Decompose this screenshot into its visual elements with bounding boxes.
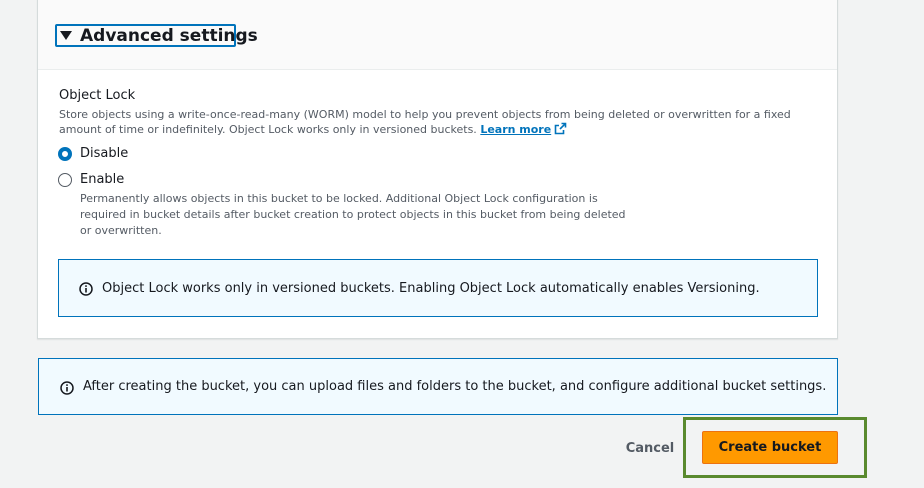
caret-down-icon (60, 31, 72, 40)
enable-option-description: Permanently allows objects in this bucke… (80, 192, 626, 237)
object-lock-label: Object Lock (59, 88, 136, 103)
learn-more-link[interactable]: Learn more (480, 122, 567, 139)
advanced-settings-toggle[interactable]: Advanced settings (55, 24, 258, 47)
enable-radio-label: Enable (80, 172, 125, 187)
advanced-settings-title: Advanced settings (80, 25, 258, 46)
bucket-info-alert: After creating the bucket, you can uploa… (38, 358, 838, 415)
advanced-settings-header: Advanced settings (38, 0, 837, 70)
bucket-info-text: After creating the bucket, you can uploa… (83, 379, 827, 394)
info-icon (60, 380, 74, 395)
learn-more-label: Learn more (480, 123, 552, 136)
external-link-icon (554, 122, 567, 139)
object-lock-disable-option[interactable]: Disable (58, 146, 128, 161)
object-lock-description-text: Store objects using a write-once-read-ma… (59, 108, 791, 136)
cancel-button[interactable]: Cancel (620, 437, 680, 459)
object-lock-description: Store objects using a write-once-read-ma… (59, 107, 819, 139)
versioning-info-alert: Object Lock works only in versioned buck… (58, 259, 818, 317)
disable-radio[interactable] (58, 146, 72, 161)
info-icon (79, 281, 93, 296)
disable-radio-label: Disable (80, 146, 129, 161)
advanced-settings-panel: Advanced settings Object Lock Store obje… (37, 0, 838, 339)
enable-radio[interactable] (58, 172, 72, 187)
object-lock-enable-option[interactable]: Enable (58, 172, 124, 187)
create-bucket-button[interactable]: Create bucket (702, 431, 838, 464)
versioning-info-text: Object Lock works only in versioned buck… (102, 280, 760, 296)
